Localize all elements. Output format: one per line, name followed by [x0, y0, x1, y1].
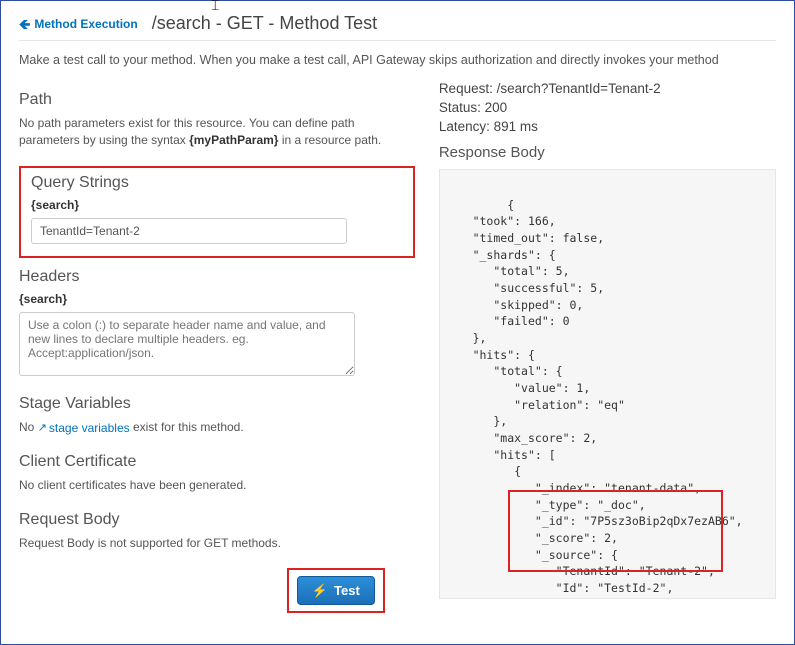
query-label: {search}	[31, 198, 403, 212]
cert-title: Client Certificate	[19, 453, 415, 471]
lightning-icon: ⚡	[312, 584, 328, 597]
client-cert-section: Client Certificate No client certificate…	[19, 453, 415, 494]
test-button[interactable]: ⚡ Test	[297, 576, 375, 605]
headers-label: {search}	[19, 292, 415, 306]
headers-title: Headers	[19, 268, 415, 286]
path-section: Path No path parameters exist for this r…	[19, 91, 415, 150]
arrow-left-icon: 🡸	[19, 17, 30, 31]
stage-text: No ↗stage variables exist for this metho…	[19, 419, 415, 438]
body-title: Request Body	[19, 511, 415, 529]
path-title: Path	[19, 91, 415, 109]
request-body-section: Request Body Request Body is not support…	[19, 511, 415, 552]
headers-section: Headers {search}	[19, 268, 415, 379]
response-body-title: Response Body	[439, 144, 776, 161]
response-status: Status: 200	[439, 100, 776, 115]
response-body-text: { "took": 166, "timed_out": false, "_sha…	[452, 198, 743, 599]
stage-title: Stage Variables	[19, 395, 415, 413]
page-title: /search - GET - Method Test	[152, 13, 377, 34]
response-request: Request: /search?TenantId=Tenant-2	[439, 81, 776, 96]
test-button-highlight: ⚡ Test	[287, 568, 385, 613]
query-search-input[interactable]	[31, 218, 347, 244]
test-button-label: Test	[334, 583, 360, 598]
query-strings-section: Query Strings {search}	[19, 166, 415, 258]
headers-input[interactable]	[19, 312, 355, 376]
path-text: No path parameters exist for this resour…	[19, 115, 415, 150]
text-cursor-icon: ⌶	[211, 0, 219, 14]
back-link-label: Method Execution	[34, 17, 137, 31]
external-link-icon: ↗	[38, 421, 47, 437]
response-latency: Latency: 891 ms	[439, 119, 776, 134]
back-link[interactable]: 🡸 Method Execution	[19, 17, 138, 31]
query-title: Query Strings	[31, 174, 403, 192]
stage-variables-link[interactable]: ↗stage variables	[38, 420, 130, 437]
cert-text: No client certificates have been generat…	[19, 477, 415, 494]
stage-variables-section: Stage Variables No ↗stage variables exis…	[19, 395, 415, 438]
page-header: 🡸 Method Execution /search - GET - Metho…	[19, 13, 776, 41]
intro-text: Make a test call to your method. When yo…	[19, 53, 776, 67]
response-body-code: { "took": 166, "timed_out": false, "_sha…	[439, 169, 776, 599]
body-text: Request Body is not supported for GET me…	[19, 535, 415, 552]
